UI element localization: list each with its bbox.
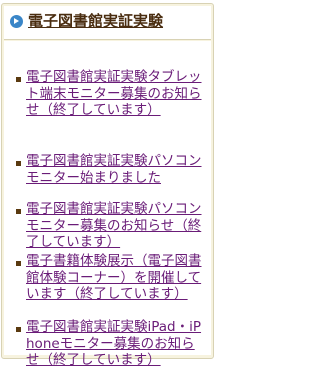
panel-title-link[interactable]: 電子図書館実証実験 — [28, 12, 163, 31]
bullet-icon — [16, 161, 21, 166]
news-link[interactable]: 電子図書館実証実験パソコンモニター募集のお知らせ（終了しています） — [26, 201, 204, 251]
bullet-icon — [16, 209, 21, 214]
news-link[interactable]: 電子図書館実証実験iPad・iPhoneモニター募集のお知らせ（終了しています） — [26, 319, 204, 369]
bullet-icon — [16, 327, 21, 332]
panel-header: 電子図書館実証実験 — [4, 6, 211, 40]
news-link[interactable]: 電子図書館実証実験タブレット端末モニター募集のお知らせ（終了しています） — [26, 69, 204, 119]
bullet-icon — [16, 261, 21, 266]
library-news-panel: 電子図書館実証実験 電子図書館実証実験タブレット端末モニター募集のお知らせ（終了… — [1, 3, 214, 368]
arrow-circle-icon — [10, 15, 23, 28]
news-link[interactable]: 電子書籍体験展示（電子図書館体験コーナー）を開催しています（終了しています） — [26, 253, 204, 303]
news-link[interactable]: 電子図書館実証実験パソコンモニター始まりました — [26, 153, 204, 186]
news-list: 電子図書館実証実験タブレット端末モニター募集のお知らせ（終了しています） 電子図… — [4, 41, 211, 368]
bullet-icon — [16, 77, 21, 82]
